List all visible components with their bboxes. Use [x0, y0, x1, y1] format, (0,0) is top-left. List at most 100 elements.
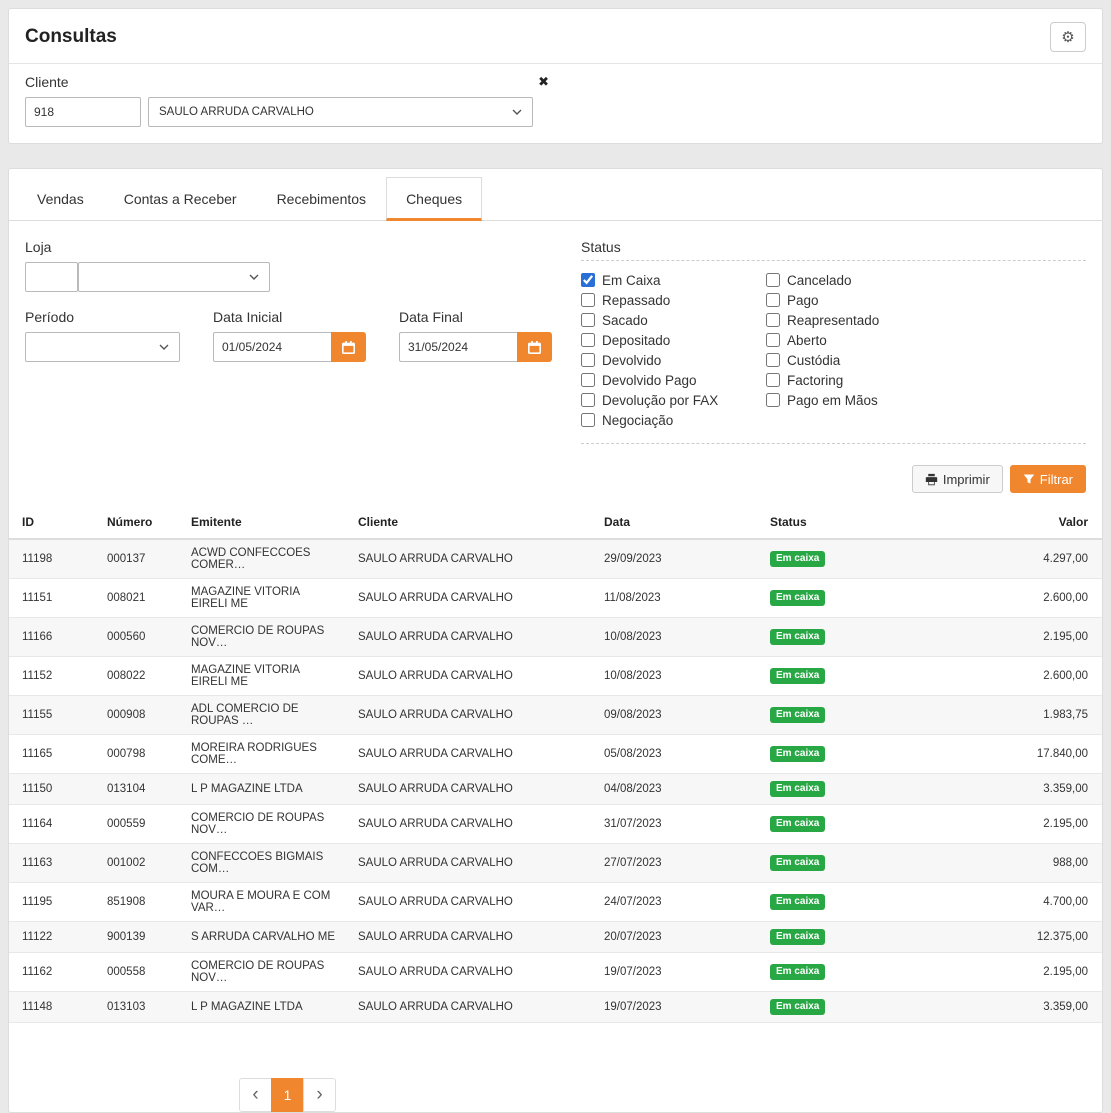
table-row[interactable]: 11150013104L P MAGAZINE LTDASAULO ARRUDA… — [9, 774, 1102, 805]
cliente-code-input[interactable] — [25, 97, 141, 127]
status-checkbox-pago[interactable]: Pago — [766, 290, 951, 310]
checkbox-input[interactable] — [581, 273, 595, 287]
table-row[interactable]: 11163001002CONFECCOES BIGMAIS COM…SAULO … — [9, 844, 1102, 883]
status-checkbox-devolu-o-por-fax[interactable]: Devolução por FAX — [581, 390, 766, 410]
column-header-valor: Valor — [988, 506, 1102, 539]
imprimir-button[interactable]: Imprimir — [912, 465, 1003, 493]
checkbox-label: Cancelado — [787, 273, 852, 288]
column-header-cliente: Cliente — [348, 506, 594, 539]
tab-vendas[interactable]: Vendas — [17, 177, 104, 221]
checkbox-input[interactable] — [581, 293, 595, 307]
status-checkbox-aberto[interactable]: Aberto — [766, 330, 951, 350]
cell-id: 11164 — [9, 805, 97, 844]
table-row[interactable]: 11148013103L P MAGAZINE LTDASAULO ARRUDA… — [9, 992, 1102, 1023]
data-inicial-label: Data Inicial — [213, 309, 366, 325]
status-checkbox-cust-dia[interactable]: Custódia — [766, 350, 951, 370]
data-inicial-input[interactable] — [213, 332, 331, 362]
cell-data: 10/08/2023 — [594, 657, 760, 696]
data-final-group: Data Final — [399, 309, 552, 362]
clear-cliente-icon[interactable]: ✖ — [538, 74, 549, 90]
gear-icon: ⚙ — [1061, 29, 1074, 46]
checkbox-input[interactable] — [766, 353, 780, 367]
cliente-select[interactable]: SAULO ARRUDA CARVALHO — [148, 97, 533, 127]
status-checkbox-cancelado[interactable]: Cancelado — [766, 270, 951, 290]
imprimir-label: Imprimir — [943, 472, 990, 487]
table-row[interactable]: 11162000558COMERCIO DE ROUPAS NOV…SAULO … — [9, 953, 1102, 992]
cell-status: Em caixa — [760, 657, 988, 696]
status-checkbox-repassado[interactable]: Repassado — [581, 290, 766, 310]
loja-select[interactable] — [78, 262, 270, 292]
tab-contas-a-receber[interactable]: Contas a Receber — [104, 177, 257, 221]
table-row[interactable]: 11166000560COMERCIO DE ROUPAS NOV…SAULO … — [9, 618, 1102, 657]
cell-numero: 000560 — [97, 618, 181, 657]
status-badge: Em caixa — [770, 551, 825, 567]
cell-emitente: MAGAZINE VITORIA EIRELI ME — [181, 579, 348, 618]
checkbox-input[interactable] — [581, 373, 595, 387]
checkbox-label: Pago em Mãos — [787, 393, 878, 408]
cell-data: 31/07/2023 — [594, 805, 760, 844]
cell-cliente: SAULO ARRUDA CARVALHO — [348, 992, 594, 1023]
cell-status: Em caixa — [760, 696, 988, 735]
cell-valor: 988,00 — [988, 844, 1102, 883]
data-inicial-calendar-button[interactable] — [331, 332, 366, 362]
checkbox-input[interactable] — [766, 333, 780, 347]
table-row[interactable]: 11155000908ADL COMERCIO DE ROUPAS …SAULO… — [9, 696, 1102, 735]
checkbox-input[interactable] — [766, 293, 780, 307]
status-checkbox-sacado[interactable]: Sacado — [581, 310, 766, 330]
column-header-data: Data — [594, 506, 760, 539]
table-row[interactable]: 11195851908MOURA E MOURA E COM VAR…SAULO… — [9, 883, 1102, 922]
status-checkbox-devolvido[interactable]: Devolvido — [581, 350, 766, 370]
status-checkbox-reapresentado[interactable]: Reapresentado — [766, 310, 951, 330]
column-header-n-mero: Número — [97, 506, 181, 539]
checkbox-label: Custódia — [787, 353, 840, 368]
checkbox-label: Aberto — [787, 333, 827, 348]
table-row[interactable]: 11122900139S ARRUDA CARVALHO MESAULO ARR… — [9, 922, 1102, 953]
status-checkbox-devolvido-pago[interactable]: Devolvido Pago — [581, 370, 766, 390]
cell-emitente: CONFECCOES BIGMAIS COM… — [181, 844, 348, 883]
pagination: ‹ 1 › — [239, 1078, 1102, 1112]
checkbox-input[interactable] — [766, 313, 780, 327]
tab-recebimentos[interactable]: Recebimentos — [257, 177, 387, 221]
periodo-select[interactable] — [25, 332, 180, 362]
checkbox-input[interactable] — [766, 373, 780, 387]
table-row[interactable]: 11151008021MAGAZINE VITORIA EIRELI MESAU… — [9, 579, 1102, 618]
tab-cheques[interactable]: Cheques — [386, 177, 482, 221]
checkbox-input[interactable] — [581, 393, 595, 407]
status-checkbox-em-caixa[interactable]: Em Caixa — [581, 270, 766, 290]
status-checkbox-factoring[interactable]: Factoring — [766, 370, 951, 390]
data-final-input[interactable] — [399, 332, 517, 362]
checkbox-input[interactable] — [581, 333, 595, 347]
pagination-next-button[interactable]: › — [303, 1078, 336, 1112]
status-checkbox-pago-em-m-os[interactable]: Pago em Mãos — [766, 390, 951, 410]
pagination-page-1[interactable]: 1 — [271, 1078, 304, 1112]
status-checkbox-negocia-o[interactable]: Negociação — [581, 410, 766, 430]
cell-data: 05/08/2023 — [594, 735, 760, 774]
checkbox-input[interactable] — [766, 393, 780, 407]
settings-button[interactable]: ⚙ — [1050, 22, 1086, 52]
cell-status: Em caixa — [760, 883, 988, 922]
filtrar-button[interactable]: Filtrar — [1010, 465, 1086, 493]
table-row[interactable]: 11165000798MOREIRA RODRIGUES COME…SAULO … — [9, 735, 1102, 774]
cliente-label: Cliente — [25, 74, 69, 90]
checkbox-label: Negociação — [602, 413, 673, 428]
table-row[interactable]: 11198000137ACWD CONFECCOES COMER…SAULO A… — [9, 539, 1102, 579]
status-column-1: Em CaixaRepassadoSacadoDepositadoDevolvi… — [581, 270, 766, 430]
pagination-prev-button[interactable]: ‹ — [239, 1078, 272, 1112]
cell-status: Em caixa — [760, 844, 988, 883]
table-row[interactable]: 11164000559COMERCIO DE ROUPAS NOV…SAULO … — [9, 805, 1102, 844]
column-header-status: Status — [760, 506, 988, 539]
calendar-icon — [342, 341, 355, 354]
cell-status: Em caixa — [760, 735, 988, 774]
checkbox-input[interactable] — [581, 413, 595, 427]
checkbox-input[interactable] — [581, 313, 595, 327]
cell-id: 11198 — [9, 539, 97, 579]
cell-valor: 2.195,00 — [988, 618, 1102, 657]
checkbox-input[interactable] — [581, 353, 595, 367]
data-final-calendar-button[interactable] — [517, 332, 552, 362]
status-checkbox-depositado[interactable]: Depositado — [581, 330, 766, 350]
cell-numero: 001002 — [97, 844, 181, 883]
checkbox-input[interactable] — [766, 273, 780, 287]
table-row[interactable]: 11152008022MAGAZINE VITORIA EIRELI MESAU… — [9, 657, 1102, 696]
cell-numero: 000559 — [97, 805, 181, 844]
loja-code-input[interactable] — [25, 262, 78, 292]
